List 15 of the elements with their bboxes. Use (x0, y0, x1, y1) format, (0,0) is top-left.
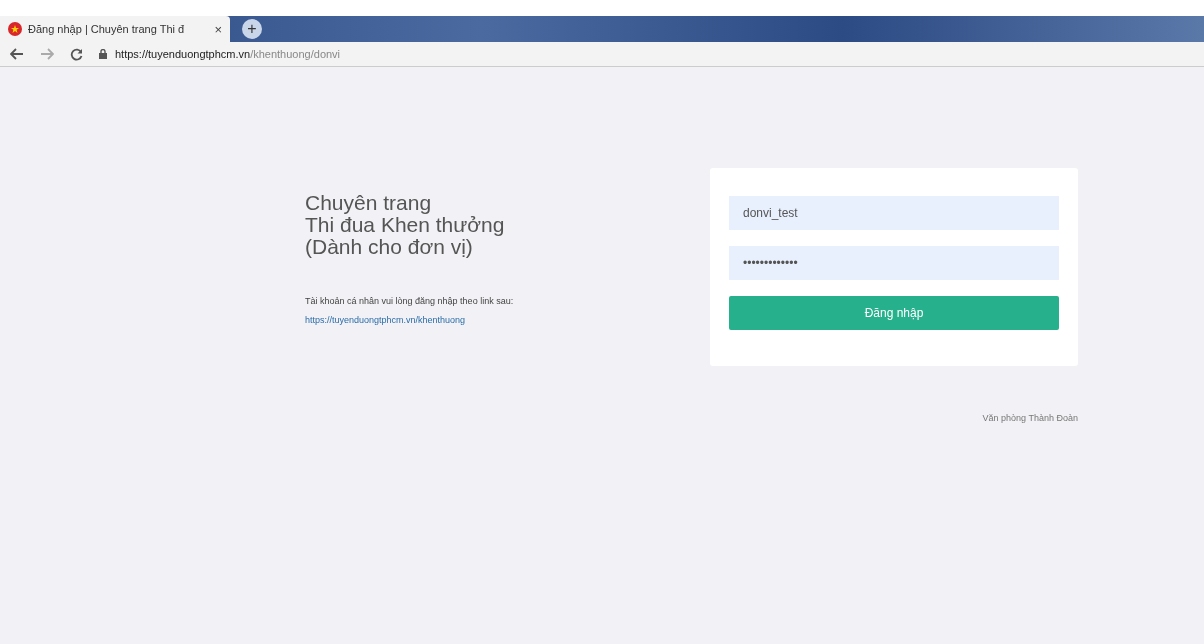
password-field[interactable]: ••••••••••••• (729, 246, 1059, 280)
star-logo-icon (8, 22, 22, 36)
close-tab-button[interactable]: × (214, 21, 222, 37)
personal-login-link[interactable]: https://tuyenduongtphcm.vn/khenthuong (305, 315, 710, 325)
lock-icon (99, 49, 107, 59)
address-field[interactable]: https://tuyenduongtphcm.vn/khenthuong/donvi (115, 48, 341, 60)
browser-tab[interactable]: Đăng nhập | Chuyên trang Thi đ × (0, 16, 230, 42)
tab-title: Đăng nhập | Chuyên trang Thi đ (28, 23, 186, 35)
info-text: Tài khoản cá nhân vui lòng đăng nhập theo link sau: (305, 296, 515, 306)
reload-icon[interactable] (70, 47, 83, 61)
username-field[interactable]: donvi_test (729, 196, 1059, 230)
back-icon[interactable] (10, 48, 24, 60)
new-tab-button[interactable]: + (242, 19, 262, 39)
page-heading: Chuyên trang Thi đua Khen thưởng (Dành cho đơn vị) (305, 192, 506, 258)
footer-text: Văn phòng Thành Đoàn (981, 413, 1078, 423)
